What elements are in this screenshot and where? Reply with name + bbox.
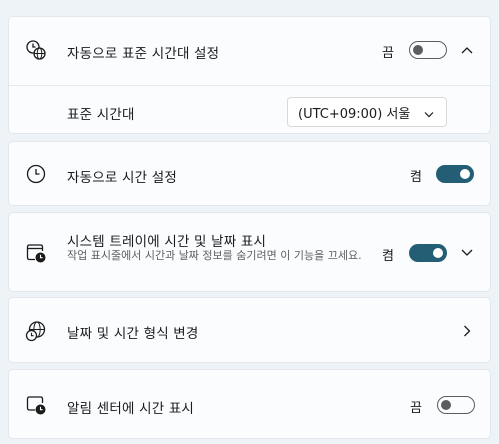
- tray-description: 작업 표시줄에서 시간과 날짜 정보를 숨기려면 이 기능을 끄세요.: [67, 249, 362, 262]
- notif-state: 끔: [410, 401, 422, 416]
- calendar-clock-icon: [25, 242, 47, 264]
- notif-card: 알림 센터에 시간 표시 끔: [8, 369, 491, 439]
- auto-time-row[interactable]: 자동으로 시간 설정 켬: [9, 142, 490, 207]
- auto-time-label: 자동으로 시간 설정: [67, 170, 177, 186]
- timezone-select[interactable]: (UTC+09:00) 서울: [287, 97, 447, 127]
- globe-clock-icon: [25, 39, 47, 61]
- chevron-up-icon[interactable]: [460, 43, 474, 57]
- auto-timezone-row[interactable]: 자동으로 표준 시간대 설정 끔: [9, 17, 490, 85]
- timezone-value: (UTC+09:00) 서울: [298, 106, 411, 122]
- format-row[interactable]: 날짜 및 시간 형식 변경: [9, 298, 490, 364]
- auto-timezone-card: 자동으로 표준 시간대 설정 끔 표준 시간대 (UTC+09:00) 서울: [8, 16, 491, 134]
- notif-row[interactable]: 알림 센터에 시간 표시 끔: [9, 370, 490, 440]
- timezone-label: 표준 시간대: [67, 107, 135, 123]
- notif-toggle[interactable]: [437, 396, 475, 414]
- tray-card: 시스템 트레이에 시간 및 날짜 표시 작업 표시줄에서 시간과 날짜 정보를 …: [8, 212, 491, 292]
- timezone-row: 표준 시간대 (UTC+09:00) 서울: [9, 86, 490, 135]
- auto-time-toggle[interactable]: [436, 165, 474, 183]
- globe-clock-icon: [25, 320, 47, 342]
- chevron-right-icon: [460, 324, 474, 338]
- format-card[interactable]: 날짜 및 시간 형식 변경: [8, 297, 491, 363]
- auto-time-card: 자동으로 시간 설정 켬: [8, 141, 491, 206]
- tray-toggle[interactable]: [409, 244, 447, 262]
- clock-icon: [25, 163, 47, 185]
- auto-timezone-toggle[interactable]: [409, 41, 447, 59]
- tray-state: 켬: [382, 249, 394, 264]
- chevron-down-icon: [424, 107, 434, 122]
- notif-label: 알림 센터에 시간 표시: [67, 401, 195, 417]
- format-label: 날짜 및 시간 형식 변경: [67, 326, 199, 342]
- auto-timezone-label: 자동으로 표준 시간대 설정: [67, 46, 220, 62]
- notification-clock-icon: [25, 394, 47, 416]
- tray-row[interactable]: 시스템 트레이에 시간 및 날짜 표시 작업 표시줄에서 시간과 날짜 정보를 …: [9, 213, 490, 293]
- chevron-down-icon[interactable]: [460, 246, 474, 260]
- tray-label: 시스템 트레이에 시간 및 날짜 표시: [67, 234, 267, 250]
- auto-timezone-state: 끔: [382, 46, 394, 61]
- auto-time-state: 켬: [410, 170, 422, 185]
